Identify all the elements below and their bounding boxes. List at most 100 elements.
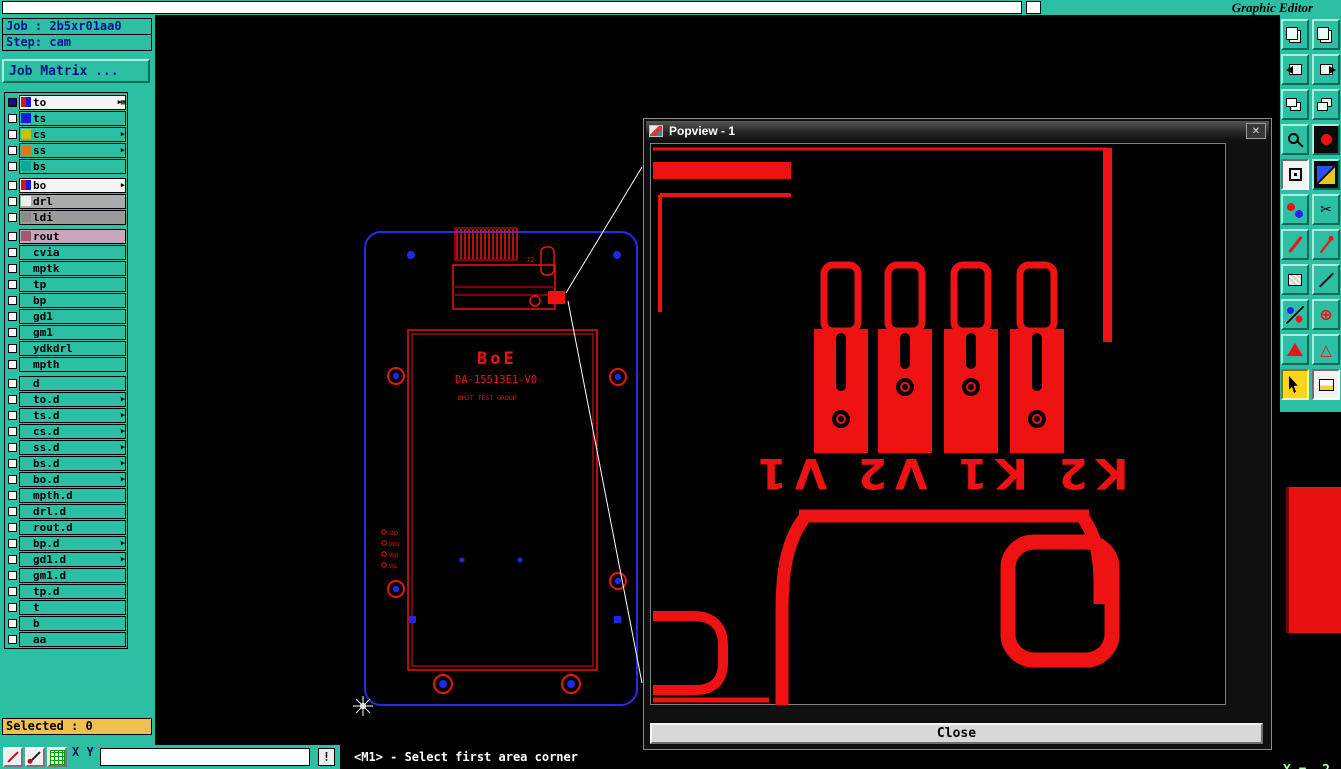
layer-row-main[interactable]: drl.d bbox=[19, 503, 126, 519]
layer-checkbox[interactable] bbox=[8, 263, 17, 273]
layer-row-main[interactable]: mpth bbox=[19, 356, 126, 372]
layer-row-main[interactable]: cs.d ▶ bbox=[19, 423, 126, 439]
layer-row[interactable]: to ▶▦ bbox=[6, 94, 126, 110]
layer-row[interactable]: aa bbox=[6, 631, 126, 647]
layer-row-main[interactable]: ts.d ▶ bbox=[19, 407, 126, 423]
layer-checkbox[interactable] bbox=[8, 180, 17, 190]
layer-row[interactable]: mpth.d bbox=[6, 487, 126, 503]
close-icon[interactable]: ✕ bbox=[1246, 123, 1266, 139]
layer-checkbox[interactable] bbox=[8, 490, 17, 500]
layer-checkbox[interactable] bbox=[8, 426, 17, 436]
layer-row[interactable]: cvia bbox=[6, 244, 126, 260]
layer-row[interactable]: drl bbox=[6, 193, 126, 209]
layer-checkbox[interactable] bbox=[8, 538, 17, 548]
layer-checkbox[interactable] bbox=[8, 554, 17, 564]
layer-row-main[interactable]: bp.d ▶ bbox=[19, 535, 126, 551]
layer-checkbox[interactable] bbox=[8, 161, 17, 171]
layer-checkbox[interactable] bbox=[8, 279, 17, 289]
layer-checkbox[interactable] bbox=[8, 602, 17, 612]
layer-row[interactable]: bs.d ▶ bbox=[6, 455, 126, 471]
layer-row-main[interactable]: to ▶▦ bbox=[19, 94, 126, 110]
layer-row[interactable]: mptk bbox=[6, 260, 126, 276]
layer-row-main[interactable]: to.d ▶ bbox=[19, 391, 126, 407]
layer-row-main[interactable]: bs.d ▶ bbox=[19, 455, 126, 471]
layer-checkbox[interactable] bbox=[8, 410, 17, 420]
layer-checkbox[interactable] bbox=[8, 378, 17, 388]
layer-row[interactable]: gd1 bbox=[6, 308, 126, 324]
layer-checkbox[interactable] bbox=[8, 359, 17, 369]
layer-row[interactable]: t bbox=[6, 599, 126, 615]
layer-row-main[interactable]: ts bbox=[19, 110, 126, 126]
layer-row[interactable]: d bbox=[6, 375, 126, 391]
polyline-tool-button[interactable] bbox=[1312, 229, 1340, 260]
layer-row-main[interactable]: bo ▶ bbox=[19, 177, 126, 193]
layer-row-main[interactable]: ss ▶ bbox=[19, 142, 126, 158]
layer-checkbox[interactable] bbox=[8, 113, 17, 123]
layer-checkbox[interactable] bbox=[8, 570, 17, 580]
layer-checkbox[interactable] bbox=[8, 522, 17, 532]
layer-row-main[interactable]: d bbox=[19, 375, 126, 391]
layer-row-main[interactable]: gm1.d bbox=[19, 567, 126, 583]
layer-row[interactable]: cs.d ▶ bbox=[6, 423, 126, 439]
layer-checkbox[interactable] bbox=[8, 311, 17, 321]
layer-row-main[interactable]: bo.d ▶ bbox=[19, 471, 126, 487]
layer-row-main[interactable]: mptk bbox=[19, 260, 126, 276]
layer-checkbox[interactable] bbox=[8, 586, 17, 596]
layer-row-main[interactable]: drl bbox=[19, 193, 126, 209]
popview-titlebar[interactable]: Popview - 1 ✕ bbox=[646, 121, 1269, 141]
layer-row[interactable]: bo.d ▶ bbox=[6, 471, 126, 487]
layer-row-main[interactable]: cs ▶ bbox=[19, 126, 126, 142]
cut-button[interactable]: ✂ bbox=[1312, 194, 1340, 225]
export-button[interactable] bbox=[1312, 54, 1340, 85]
layer-row-main[interactable]: tp.d bbox=[19, 583, 126, 599]
layer-row-main[interactable]: bs bbox=[19, 158, 126, 174]
layer-row[interactable]: ss ▶ bbox=[6, 142, 126, 158]
layer-row[interactable]: mpth bbox=[6, 356, 126, 372]
pads-button[interactable] bbox=[1281, 194, 1309, 225]
popview-content[interactable]: K2 K1 V2 V1 bbox=[650, 143, 1226, 705]
cascade-windows-button[interactable] bbox=[1281, 89, 1309, 120]
layer-row[interactable]: tp.d bbox=[6, 583, 126, 599]
alert-button[interactable]: ! bbox=[318, 748, 335, 766]
layer-row[interactable]: ss.d ▶ bbox=[6, 439, 126, 455]
layer-checkbox[interactable] bbox=[8, 145, 17, 155]
layer-checkbox[interactable] bbox=[8, 394, 17, 404]
layer-row-main[interactable]: tp bbox=[19, 276, 126, 292]
layer-row[interactable]: ts.d ▶ bbox=[6, 407, 126, 423]
layer-checkbox[interactable] bbox=[8, 474, 17, 484]
layer-row[interactable]: tp bbox=[6, 276, 126, 292]
popview-close-button[interactable]: Close bbox=[650, 723, 1263, 744]
layer-row[interactable]: rout bbox=[6, 228, 126, 244]
layer-row[interactable]: gm1 bbox=[6, 324, 126, 340]
measure-triangle-button[interactable]: △ bbox=[1312, 334, 1340, 365]
layer-row-main[interactable]: cvia bbox=[19, 244, 126, 260]
layer-checkbox[interactable] bbox=[8, 506, 17, 516]
layer-row[interactable]: b bbox=[6, 615, 126, 631]
add-pad-button[interactable]: ⊕ bbox=[1312, 299, 1340, 330]
layer-checkbox[interactable] bbox=[8, 247, 17, 257]
layer-row-main[interactable]: rout bbox=[19, 228, 126, 244]
layer-row[interactable]: ts bbox=[6, 110, 126, 126]
layer-row-main[interactable]: aa bbox=[19, 631, 126, 647]
diagonal-line-button[interactable] bbox=[3, 747, 23, 767]
layer-row-main[interactable]: gm1 bbox=[19, 324, 126, 340]
import-button[interactable] bbox=[1281, 54, 1309, 85]
layer-row-main[interactable]: b bbox=[19, 615, 126, 631]
layer-row[interactable]: cs ▶ bbox=[6, 126, 126, 142]
layer-row-main[interactable]: gd1 bbox=[19, 308, 126, 324]
xy-input[interactable] bbox=[100, 748, 310, 766]
layer-row[interactable]: drl.d bbox=[6, 503, 126, 519]
layer-checkbox[interactable] bbox=[8, 442, 17, 452]
surface-tool-button[interactable] bbox=[1281, 264, 1309, 295]
layer-checkbox[interactable] bbox=[8, 343, 17, 353]
layer-row-main[interactable]: ydkdrl bbox=[19, 340, 126, 356]
layer-row[interactable]: ldi bbox=[6, 209, 126, 225]
layer-row-main[interactable]: ldi bbox=[19, 209, 126, 225]
layer-row[interactable]: bo ▶ bbox=[6, 177, 126, 193]
line-tool-button[interactable] bbox=[1281, 229, 1309, 260]
command-bar[interactable] bbox=[2, 1, 1022, 14]
layer-checkbox[interactable] bbox=[8, 618, 17, 628]
grid-button[interactable] bbox=[47, 747, 67, 767]
snap-line-button[interactable] bbox=[25, 747, 45, 767]
color-split-button[interactable] bbox=[1312, 159, 1340, 190]
